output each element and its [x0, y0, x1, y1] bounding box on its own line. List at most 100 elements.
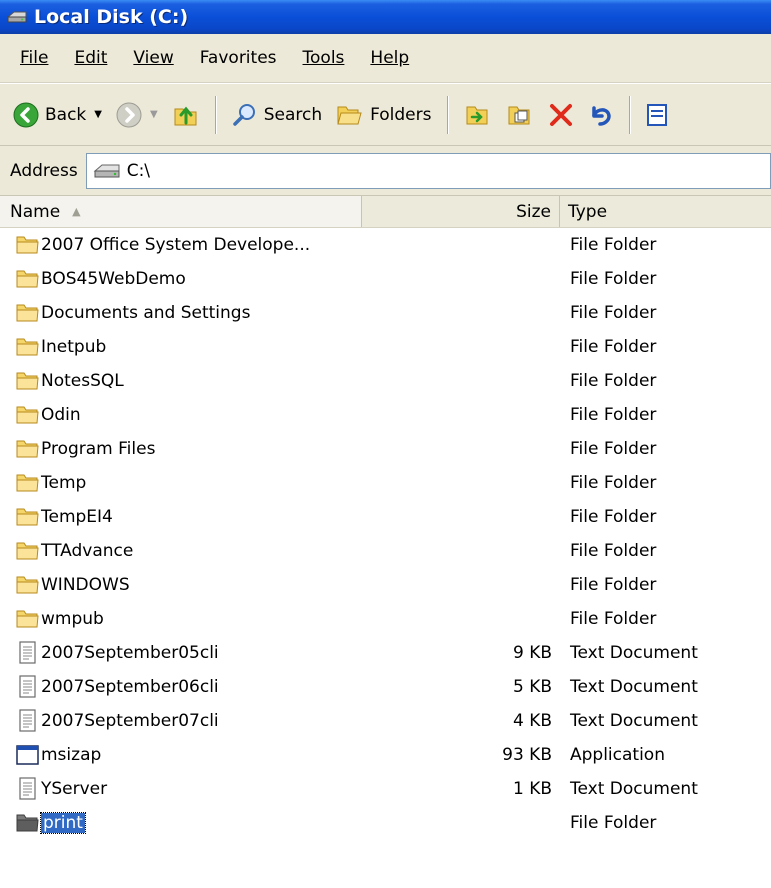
- views-button[interactable]: [641, 95, 673, 135]
- file-row[interactable]: Documents and Settings File Folder: [0, 296, 771, 330]
- back-label: Back: [45, 104, 87, 125]
- file-name-cell[interactable]: Documents and Settings: [0, 301, 362, 325]
- file-type: Text Document: [570, 677, 698, 697]
- folder-icon: [16, 369, 40, 393]
- file-row[interactable]: YServer 1 KB Text Document: [0, 772, 771, 806]
- file-name-cell[interactable]: NotesSQL: [0, 369, 362, 393]
- delete-icon: [549, 103, 572, 126]
- title-bar[interactable]: Local Disk (C:): [0, 0, 771, 34]
- file-row[interactable]: 2007September07cli 4 KB Text Document: [0, 704, 771, 738]
- file-row[interactable]: msizap 93 KB Application: [0, 738, 771, 772]
- file-name-cell[interactable]: msizap: [0, 743, 362, 767]
- folder-icon: [16, 335, 40, 359]
- back-arrow-icon: [13, 102, 39, 127]
- up-folder-button[interactable]: [167, 95, 205, 135]
- file-name-cell[interactable]: 2007September07cli: [0, 709, 362, 733]
- file-name-cell[interactable]: Odin: [0, 403, 362, 427]
- folder-icon: [16, 403, 40, 427]
- address-input[interactable]: C:\: [85, 152, 771, 189]
- file-row[interactable]: 2007September06cli 5 KB Text Document: [0, 670, 771, 704]
- file-row[interactable]: 2007 Office System Develope... File Folde…: [0, 228, 771, 262]
- file-type: File Folder: [570, 405, 657, 425]
- forward-button[interactable]: ▼: [111, 95, 163, 135]
- views-icon: [646, 103, 667, 126]
- search-button[interactable]: Search: [227, 95, 327, 135]
- file-row[interactable]: Inetpub File Folder: [0, 330, 771, 364]
- file-name-cell[interactable]: 2007September06cli: [0, 675, 362, 699]
- search-icon: [232, 103, 255, 126]
- file-name-cell[interactable]: TTAdvance: [0, 539, 362, 563]
- folder-icon: [16, 301, 40, 325]
- delete-button[interactable]: [543, 95, 579, 135]
- file-name-cell[interactable]: YServer: [0, 777, 362, 801]
- menu-favorites[interactable]: Favorites: [188, 48, 291, 68]
- file-name: TempEI4: [41, 507, 113, 527]
- move-to-button[interactable]: [459, 95, 497, 135]
- menu-file[interactable]: File: [8, 48, 62, 68]
- file-name-cell[interactable]: 2007September05cli: [0, 641, 362, 665]
- file-name-cell[interactable]: Inetpub: [0, 335, 362, 359]
- column-header-name[interactable]: Name ▲: [0, 196, 362, 227]
- file-name-cell[interactable]: Temp: [0, 471, 362, 495]
- menu-help-label: Help: [370, 48, 410, 68]
- back-dropdown-icon[interactable]: ▼: [94, 109, 102, 120]
- file-row[interactable]: NotesSQL File Folder: [0, 364, 771, 398]
- folder-icon: [16, 607, 40, 631]
- column-header-name-label: Name: [10, 201, 61, 222]
- menu-help[interactable]: Help: [358, 48, 423, 68]
- file-size: 1 KB: [512, 779, 552, 799]
- file-type: File Folder: [570, 609, 657, 629]
- file-row[interactable]: TTAdvance File Folder: [0, 534, 771, 568]
- file-name: NotesSQL: [41, 371, 124, 391]
- file-row[interactable]: Program Files File Folder: [0, 432, 771, 466]
- file-row[interactable]: TempEI4 File Folder: [0, 500, 771, 534]
- file-row[interactable]: WINDOWS File Folder: [0, 568, 771, 602]
- menu-file-label: File: [20, 48, 49, 68]
- file-row[interactable]: print File Folder: [0, 806, 771, 840]
- file-row[interactable]: 2007September05cli 9 KB Text Document: [0, 636, 771, 670]
- menu-view[interactable]: View: [121, 48, 187, 68]
- file-type: File Folder: [570, 439, 657, 459]
- toolbar: Back ▼ ▼ Search Folders: [0, 83, 771, 146]
- column-headers: Name ▲ Size Type: [0, 196, 771, 228]
- file-name-cell[interactable]: TempEI4: [0, 505, 362, 529]
- file-row[interactable]: Temp File Folder: [0, 466, 771, 500]
- column-header-size-label: Size: [516, 201, 551, 222]
- folder-icon: [16, 233, 40, 257]
- file-name-cell[interactable]: print: [0, 811, 362, 835]
- back-button[interactable]: Back ▼: [8, 95, 107, 135]
- file-row[interactable]: wmpub File Folder: [0, 602, 771, 636]
- file-row[interactable]: BOS45WebDemo File Folder: [0, 262, 771, 296]
- menu-tools-label: Tools: [302, 48, 345, 68]
- forward-dropdown-icon[interactable]: ▼: [150, 109, 158, 120]
- forward-arrow-icon: [116, 102, 142, 127]
- file-name-cell[interactable]: WINDOWS: [0, 573, 362, 597]
- sort-ascending-icon: ▲: [72, 205, 81, 218]
- copy-to-button[interactable]: [501, 95, 539, 135]
- menu-edit[interactable]: Edit: [62, 48, 121, 68]
- file-name-cell[interactable]: wmpub: [0, 607, 362, 631]
- file-type: File Folder: [570, 337, 657, 357]
- file-name: Odin: [41, 405, 81, 425]
- text-document-icon: [16, 777, 40, 801]
- window-title: Local Disk (C:): [34, 6, 189, 28]
- file-name: Program Files: [41, 439, 156, 459]
- column-header-size[interactable]: Size: [362, 196, 560, 227]
- address-value: C:\: [126, 160, 151, 181]
- folders-button[interactable]: Folders: [331, 95, 436, 135]
- file-size: 4 KB: [512, 711, 552, 731]
- file-type: File Folder: [570, 575, 657, 595]
- file-name-cell[interactable]: Program Files: [0, 437, 362, 461]
- undo-button[interactable]: [583, 95, 619, 135]
- file-name-cell[interactable]: 2007 Office System Develope...: [0, 233, 362, 257]
- menu-tools[interactable]: Tools: [291, 48, 359, 68]
- folder-icon: [16, 471, 40, 495]
- file-size: 5 KB: [512, 677, 552, 697]
- file-row[interactable]: Odin File Folder: [0, 398, 771, 432]
- file-name-cell[interactable]: BOS45WebDemo: [0, 267, 362, 291]
- folder-icon: [16, 437, 40, 461]
- file-size: 93 KB: [502, 745, 552, 765]
- toolbar-separator: [628, 95, 631, 134]
- column-header-type[interactable]: Type: [560, 196, 771, 227]
- move-to-icon: [466, 106, 487, 124]
